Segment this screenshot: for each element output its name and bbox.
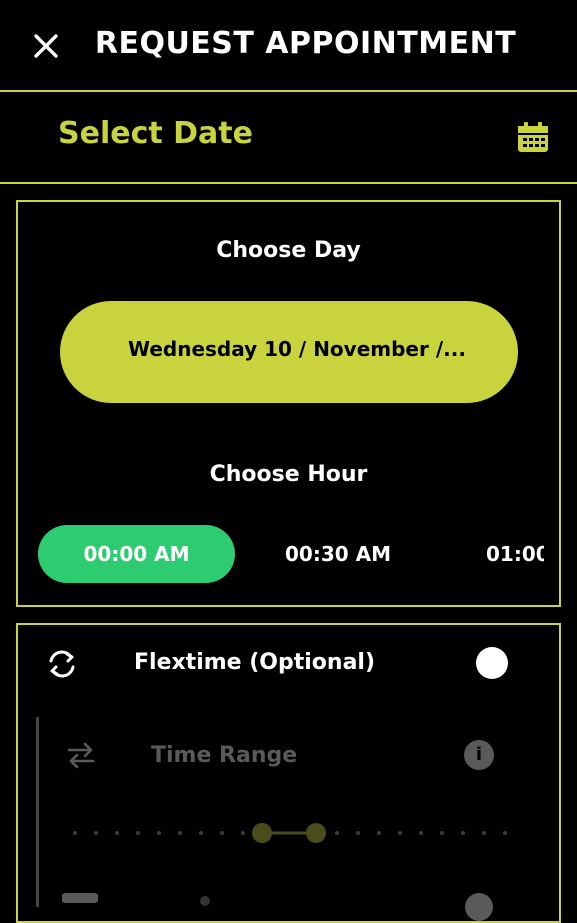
swap-arrows-icon	[67, 742, 95, 769]
partial-info-icon	[465, 893, 493, 921]
choose-hour-label: Choose Hour	[209, 462, 368, 487]
page-title: REQUEST APPOINTMENT	[94, 26, 517, 61]
app-bar: REQUEST APPOINTMENT	[0, 0, 577, 90]
flextime-label: Flextime (Optional)	[134, 650, 376, 675]
partial-icon	[62, 893, 98, 903]
hour-option-selected[interactable]: 00:00 AM	[38, 525, 235, 583]
partial-dot	[200, 896, 210, 906]
day-selector-button[interactable]: Wednesday 10 / November /...	[60, 301, 518, 403]
flextime-toggle[interactable]	[476, 647, 508, 679]
time-range-label: Time Range	[151, 743, 298, 768]
calendar-icon[interactable]	[516, 120, 550, 154]
range-indicator-bar	[36, 717, 39, 907]
time-range-slider[interactable]	[70, 818, 510, 848]
selected-day-text: Wednesday 10 / November /...	[128, 337, 466, 361]
hour-option[interactable]: 01:00	[486, 525, 544, 583]
select-date-title: Select Date	[58, 116, 253, 151]
divider	[0, 182, 577, 184]
hour-selector[interactable]: 00:00 AM 00:30 AM 01:00	[18, 520, 544, 590]
choose-day-label: Choose Day	[216, 238, 361, 263]
hour-option[interactable]: 00:30 AM	[258, 525, 418, 583]
refresh-icon	[49, 650, 75, 678]
info-icon[interactable]: i	[464, 740, 494, 770]
